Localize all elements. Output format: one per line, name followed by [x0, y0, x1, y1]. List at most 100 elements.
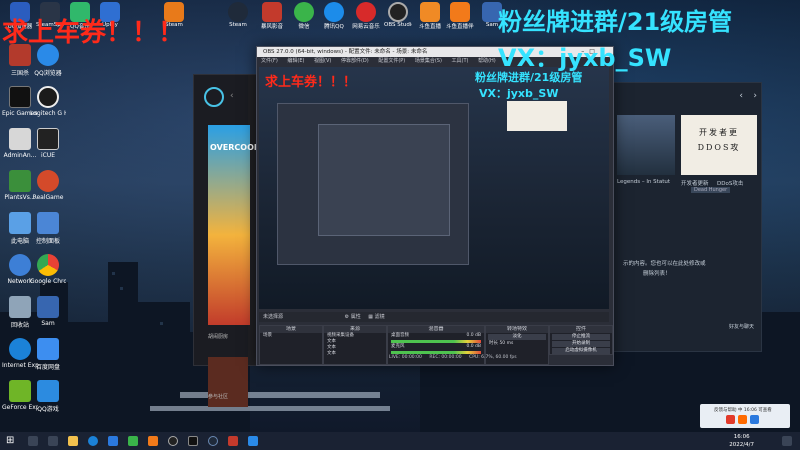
- plants-vs-zombies-icon: [9, 170, 31, 192]
- douyu-icon[interactable]: [148, 436, 158, 446]
- obs-icon[interactable]: [168, 436, 178, 446]
- desktop-icon[interactable]: 微信: [290, 2, 318, 30]
- obs-window[interactable]: OBS 27.0.0 (64-bit, windows) - 配置文件: 未命名…: [256, 46, 614, 366]
- no-source-label: 未选择源: [263, 314, 284, 320]
- news-label: Legends – In Statut: [617, 179, 670, 185]
- controls-dock: 控件 停止推流 开始录制 启动虚拟摄像机: [549, 325, 613, 355]
- notification-center-icon[interactable]: [782, 436, 792, 446]
- steam-icon: [228, 2, 248, 22]
- desktop-icon[interactable]: RealGame: [30, 170, 66, 201]
- game-icon: [37, 170, 59, 192]
- steam-notice: 示的内容。您也可以在此处修改或: [623, 261, 706, 267]
- nested-preview-inner: [318, 124, 450, 236]
- filter-icon[interactable]: ▦: [368, 314, 373, 320]
- app-tray-icon[interactable]: [750, 415, 759, 424]
- admin-icon: [9, 128, 31, 150]
- app-tray-icon[interactable]: [738, 415, 747, 424]
- desktop-icon[interactable]: Google Chrome: [30, 254, 66, 285]
- desktop-icon[interactable]: 百度网盘: [30, 338, 66, 371]
- menu-profile[interactable]: 配置文件(P): [378, 58, 405, 64]
- desktop-icon[interactable]: 腾讯QQ: [320, 2, 348, 30]
- news-label: 开发者更新: [681, 181, 709, 187]
- back-icon[interactable]: ‹: [230, 91, 234, 101]
- edge-icon[interactable]: [88, 436, 98, 446]
- overcooked-banner[interactable]: OVERCOOKED: [208, 125, 272, 325]
- wechat-overlay-text: VX：jyxb_SW: [498, 44, 672, 72]
- network-icon: [9, 254, 31, 276]
- app-icon[interactable]: [228, 436, 238, 446]
- menu-help[interactable]: 帮助(H): [478, 58, 496, 64]
- desktop-icon[interactable]: iCUE: [30, 128, 66, 159]
- recycle-bin-icon: [9, 296, 31, 318]
- menu-edit[interactable]: 编辑(E): [287, 58, 304, 64]
- taskbar: ⊞ 16:06 2022/4/7: [0, 432, 800, 450]
- news-label: DDoS攻击: [717, 181, 744, 187]
- obs-preview[interactable]: 求上车券！！！ 粉丝牌进群/21级房管 VX：jyxb_SW: [259, 67, 609, 309]
- steam-icon[interactable]: [208, 436, 218, 446]
- mixer-dock-title: 混音器: [388, 326, 484, 333]
- geforce-icon: [9, 380, 31, 402]
- friends-chat-button[interactable]: 好友与聊天: [729, 323, 754, 330]
- cpu-usage: CPU: 6.7%, 60.00 fps: [469, 355, 517, 360]
- menu-view[interactable]: 视图(V): [314, 58, 331, 64]
- scenes-dock-title: 场景: [260, 326, 322, 333]
- desktop-icon[interactable]: 斗鱼直播伴侣: [446, 2, 474, 30]
- system-clock[interactable]: 16:06 2022/4/7: [729, 433, 754, 449]
- filters-button[interactable]: 滤镜: [375, 314, 385, 320]
- obs-title: OBS 27.0.0 (64-bit, windows) - 配置文件: 未命名…: [263, 49, 428, 55]
- stop-streaming-button[interactable]: 停止推流: [552, 334, 610, 340]
- search-icon[interactable]: [28, 436, 38, 446]
- desktop-icon[interactable]: 暴风影音: [258, 2, 286, 30]
- this-pc-icon: [9, 212, 31, 234]
- steam-window[interactable]: ‹ › 开发者更 DDOS攻 Legends – In Statut 开发者更新…: [612, 82, 762, 352]
- scene-item[interactable]: 场景: [260, 333, 322, 339]
- game-caption: 胡闹厨房: [208, 334, 229, 340]
- desktop-icon[interactable]: Steam: [224, 2, 252, 28]
- start-recording-button[interactable]: 开始录制: [552, 341, 610, 347]
- preview-promo-text: 求上车券！！！: [265, 75, 357, 90]
- steam-notice: 删除列表！: [643, 271, 671, 277]
- epic-games-icon[interactable]: [188, 436, 198, 446]
- menu-scene-collection[interactable]: 场景集合(S): [415, 58, 442, 64]
- douyu-companion-icon: [450, 2, 470, 22]
- duration-field[interactable]: 50 ms: [499, 341, 513, 346]
- epic-games-icon: [9, 86, 31, 108]
- menu-file[interactable]: 文件(F): [261, 58, 278, 64]
- desktop-icon[interactable]: Logitech G HUB: [30, 86, 66, 117]
- transition-select[interactable]: 淡化: [488, 334, 546, 340]
- gear-icon[interactable]: ⚙: [345, 314, 349, 320]
- game-tag-button[interactable]: Dead Hunger: [691, 187, 731, 193]
- desktop-icon[interactable]: QQ游戏: [30, 380, 66, 413]
- windows-start-icon[interactable]: ⊞: [6, 436, 16, 446]
- prev-arrow-icon[interactable]: ‹: [739, 91, 743, 101]
- icue-icon: [37, 128, 59, 150]
- desktop-icon[interactable]: OBS Studio: [384, 2, 412, 28]
- menu-tools[interactable]: 工具(T): [452, 58, 469, 64]
- file-explorer-icon[interactable]: [68, 436, 78, 446]
- group-overlay-text: 粉丝牌进群/21级房管: [498, 8, 733, 36]
- desktop-icon[interactable]: 网易云音乐: [352, 2, 380, 30]
- community-label: 参与社区: [208, 394, 229, 400]
- news-card[interactable]: 开发者更 DDOS攻: [681, 115, 757, 175]
- volume-meter: [391, 340, 481, 343]
- controls-dock-title: 控件: [550, 326, 612, 333]
- properties-button[interactable]: 属性: [351, 314, 361, 320]
- task-view-icon[interactable]: [48, 436, 58, 446]
- app-tray-icon[interactable]: [726, 415, 735, 424]
- rec-timer: REC: 00:00:00: [429, 355, 462, 360]
- news-card[interactable]: [617, 115, 675, 175]
- app-icon[interactable]: [108, 436, 118, 446]
- next-arrow-icon[interactable]: ›: [753, 91, 757, 101]
- desktop-icon[interactable]: 斗鱼直播: [416, 2, 444, 30]
- app-icon[interactable]: [248, 436, 258, 446]
- control-panel-icon: [37, 212, 59, 234]
- nested-preview: [277, 103, 469, 265]
- app-icon: [37, 296, 59, 318]
- mixer-track: 麦克风 0.0 dB: [391, 344, 481, 349]
- menu-docks[interactable]: 停靠部件(D): [341, 58, 369, 64]
- nested-card: [507, 101, 567, 131]
- desktop-icon[interactable]: 控制面板: [30, 212, 66, 245]
- desktop-icon[interactable]: Sam: [30, 296, 66, 327]
- notification-toast[interactable]: 反馈与帮助 中 16:06 可查看: [700, 404, 790, 428]
- app-icon[interactable]: [128, 436, 138, 446]
